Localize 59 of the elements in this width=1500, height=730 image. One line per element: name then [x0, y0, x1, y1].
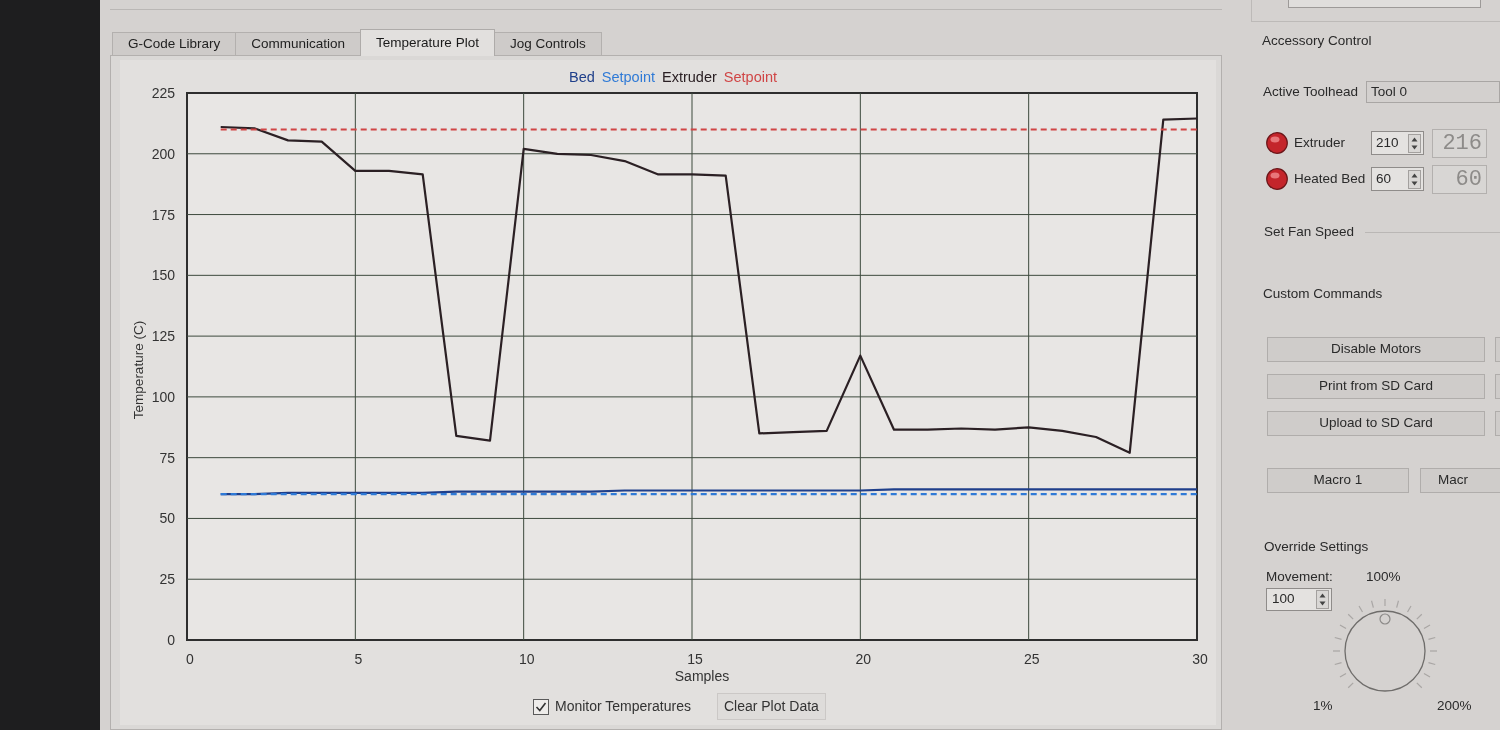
- dial-max-label: 200%: [1437, 696, 1472, 715]
- section-title: Accessory Control: [1262, 33, 1373, 49]
- tab[interactable]: G-Code Library: [112, 32, 237, 55]
- dial-indicator[interactable]: [1379, 613, 1391, 625]
- movement-spinbox[interactable]: 100: [1266, 588, 1332, 611]
- command-button[interactable]: [1495, 411, 1500, 436]
- x-tick-label: 20: [855, 651, 872, 667]
- x-tick-label: 10: [518, 651, 535, 667]
- x-tick-label: 15: [687, 651, 703, 667]
- temperature-readout: 60: [1432, 164, 1487, 194]
- y-axis-title: Temperature (C): [131, 320, 146, 420]
- command-button[interactable]: Upload to SD Card: [1267, 411, 1485, 436]
- toolhead-dropdown[interactable]: Tool 0: [1366, 81, 1500, 103]
- field-label: Set Fan Speed: [1264, 222, 1356, 241]
- clear-plot-button[interactable]: Clear Plot Data: [716, 693, 826, 720]
- setpoint-spinbox[interactable]: 60: [1371, 167, 1424, 191]
- checkbox-label[interactable]: Monitor Temperatures: [555, 696, 691, 717]
- temperature-readout: 216: [1432, 128, 1487, 158]
- command-button[interactable]: Print from SD Card: [1267, 374, 1485, 399]
- tab[interactable]: Jog Controls: [493, 32, 602, 55]
- section-title: Override Settings: [1264, 539, 1370, 555]
- heater-label: Extruder: [1294, 133, 1347, 152]
- x-axis-title: Samples: [674, 668, 730, 684]
- macro-button[interactable]: Macr: [1420, 468, 1500, 493]
- spin-arrows-icon[interactable]: [1408, 169, 1421, 189]
- field-label: Movement:: [1266, 567, 1334, 586]
- command-button[interactable]: [1495, 337, 1500, 362]
- tab[interactable]: Temperature Plot: [360, 29, 495, 56]
- spin-arrows-icon[interactable]: [1316, 590, 1329, 609]
- legend-label: Setpoint: [723, 68, 778, 88]
- spin-arrows-icon[interactable]: [1408, 133, 1421, 153]
- y-tick-label: 175: [151, 206, 175, 223]
- section-title: Custom Commands: [1263, 286, 1384, 302]
- y-tick-label: 200: [151, 145, 175, 162]
- x-tick-label: 0: [186, 651, 194, 667]
- macro-button[interactable]: Macro 1: [1267, 468, 1409, 493]
- x-tick-label: 30: [1192, 651, 1208, 667]
- y-tick-label: 125: [151, 328, 175, 345]
- y-tick-label: 25: [159, 571, 175, 588]
- tab[interactable]: Communication: [235, 32, 362, 55]
- x-tick-label: 5: [354, 651, 363, 667]
- command-button[interactable]: Disable Motors: [1267, 337, 1485, 362]
- dial-min-label: 1%: [1313, 696, 1334, 715]
- legend-label: Extruder: [662, 68, 717, 88]
- y-tick-label: 150: [151, 267, 175, 284]
- movement-reading: 100%: [1366, 567, 1401, 586]
- y-tick-label: 75: [159, 449, 175, 466]
- checkbox[interactable]: [533, 698, 549, 715]
- field-label: Active Toolhead: [1263, 82, 1360, 101]
- heater-label: Heated Bed: [1294, 169, 1367, 188]
- x-tick-label: 25: [1023, 651, 1040, 667]
- y-tick-label: 225: [151, 87, 175, 101]
- setpoint-spinbox[interactable]: 210: [1371, 131, 1424, 155]
- legend-label: Bed: [568, 68, 595, 88]
- y-tick-label: 50: [159, 510, 175, 527]
- legend-label: Setpoint: [601, 68, 655, 88]
- y-tick-label: 100: [151, 388, 175, 405]
- command-button[interactable]: [1495, 374, 1500, 399]
- y-tick-label: 0: [167, 632, 175, 648]
